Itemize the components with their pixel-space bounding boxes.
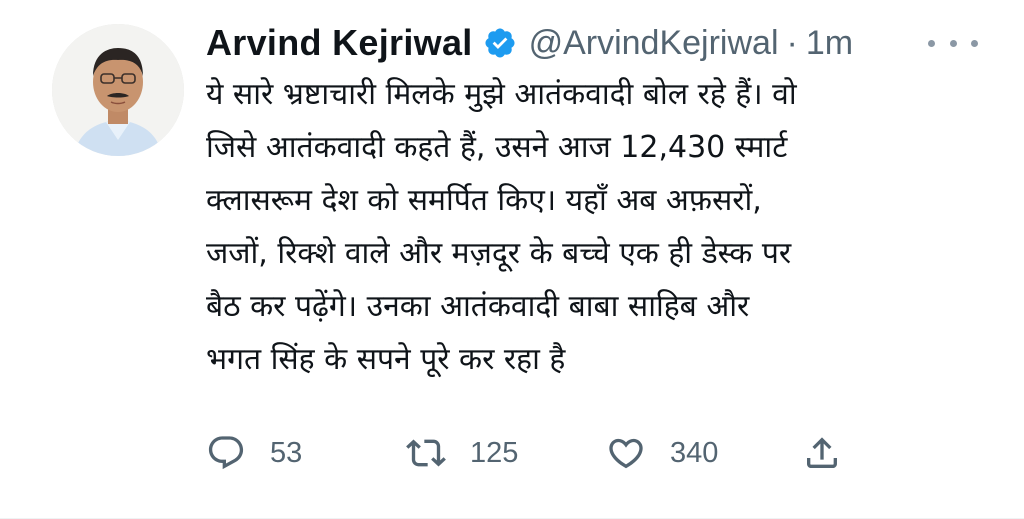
like-button[interactable]: 340: [606, 433, 718, 473]
tweet-text: ये सारे भ्रष्टाचारी मिलके मुझे आतंकवादी …: [206, 68, 996, 386]
separator: ·: [786, 23, 798, 62]
tweet-text-line: क्लासरूम देश को समर्पित किए। यहाँ अब अफ़…: [206, 183, 762, 218]
tweet-text-line: जजों, रिक्शे वाले और मज़दूर के बच्चे एक …: [206, 236, 792, 271]
tweet-header: Arvind Kejriwal @ArvindKejriwal · 1m: [206, 18, 853, 68]
reply-count: 53: [270, 436, 303, 469]
retweet-button[interactable]: 125: [406, 433, 518, 473]
more-dot: [928, 39, 935, 47]
timestamp[interactable]: 1m: [806, 24, 853, 63]
author-handle[interactable]: @ArvindKejriwal: [529, 24, 779, 63]
retweet-icon: [406, 433, 446, 473]
profile-photo: [52, 24, 184, 156]
heart-icon: [606, 433, 646, 473]
tweet-text-line: जिसे आतंकवादी कहते हैं, उसने आज 12,430 स…: [206, 130, 788, 165]
retweet-count: 125: [470, 436, 519, 469]
tweet-actions: 53 125 340: [206, 428, 856, 478]
share-button[interactable]: [802, 433, 842, 473]
tweet-text-line: बैठ कर पढ़ेंगे। उनका आतंकवादी बाबा साहिब…: [206, 289, 750, 324]
tweet: Arvind Kejriwal @ArvindKejriwal · 1m ये …: [0, 0, 1024, 519]
reply-button[interactable]: 53: [206, 433, 302, 473]
more-icon[interactable]: [928, 28, 978, 58]
avatar[interactable]: [52, 24, 184, 156]
more-dot: [971, 39, 978, 47]
reply-icon: [206, 433, 246, 473]
tweet-text-line: ये सारे भ्रष्टाचारी मिलके मुझे आतंकवादी …: [206, 77, 797, 112]
tweet-text-line: भगत सिंह के सपने पूरे कर रहा है: [206, 342, 566, 377]
verified-badge-icon: [483, 26, 517, 60]
more-dot: [949, 39, 957, 47]
like-count: 340: [670, 436, 719, 469]
share-icon: [802, 433, 842, 473]
author-name[interactable]: Arvind Kejriwal: [206, 22, 473, 64]
